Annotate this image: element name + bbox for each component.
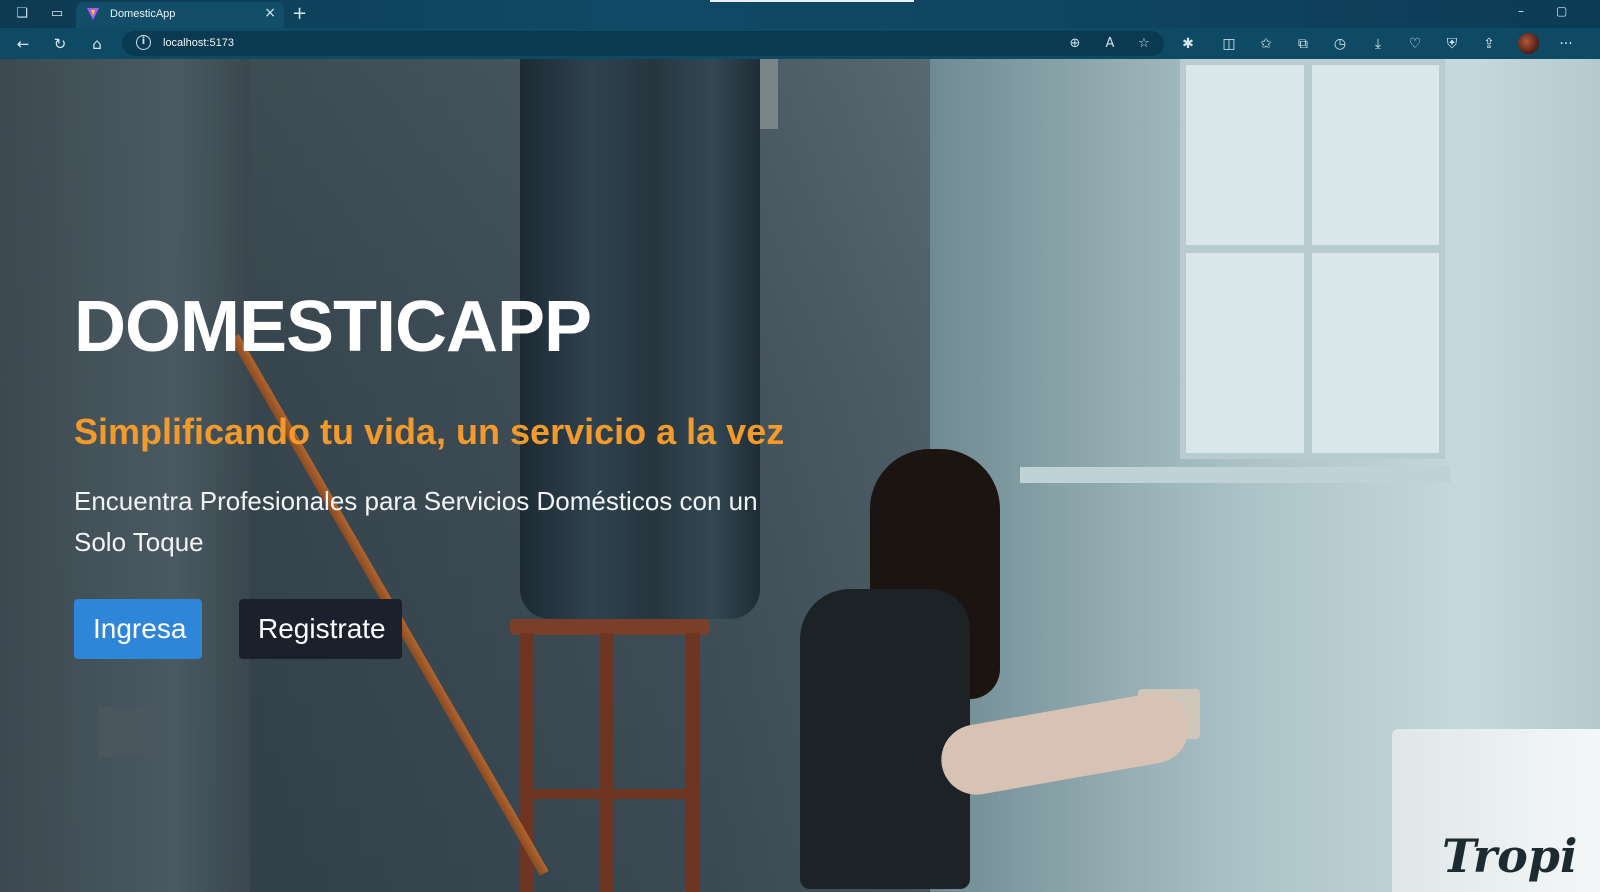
bucket-label: Tropi: [1442, 829, 1578, 883]
wall-switch: [98, 707, 150, 757]
paint-bucket: Tropi: [1392, 729, 1600, 892]
refresh-icon[interactable]: ↻: [49, 33, 71, 55]
downloads-icon[interactable]: ⤓: [1368, 34, 1388, 54]
share-icon[interactable]: ⇪: [1479, 34, 1499, 54]
more-options-icon[interactable]: ···: [1556, 34, 1576, 54]
back-icon[interactable]: ←: [12, 33, 34, 55]
extensions-icon[interactable]: ✱: [1178, 34, 1198, 54]
person-painting: [780, 449, 1200, 892]
profile-avatar[interactable]: [1518, 33, 1539, 54]
tab-title: DomesticApp: [110, 8, 176, 20]
favorite-star-icon[interactable]: ☆: [1135, 35, 1153, 53]
performance-icon[interactable]: ♡: [1405, 34, 1425, 54]
hero-tagline: Simplificando tu vida, un servicio a la …: [74, 411, 785, 452]
hero-subtitle: Encuentra Profesionales para Servicios D…: [74, 486, 758, 557]
restore-button[interactable]: ▢: [1556, 4, 1567, 18]
zoom-icon[interactable]: ⊕: [1066, 35, 1084, 53]
tab-domesticapp[interactable]: DomesticApp ×: [76, 2, 284, 28]
brand-title: DOMESTICAPP: [74, 287, 592, 367]
browser-tab-bar: ❏ ▭ DomesticApp × + – ▢: [0, 0, 1600, 28]
split-screen-icon[interactable]: ◫: [1219, 34, 1239, 54]
workspaces-icon[interactable]: ❏: [14, 6, 30, 22]
close-tab-icon[interactable]: ×: [264, 5, 276, 21]
url-text[interactable]: localhost:5173: [163, 37, 234, 49]
site-info-icon[interactable]: i: [136, 35, 151, 50]
address-bar[interactable]: i localhost:5173 ⊕ A ☆: [122, 31, 1164, 56]
hero-section: Tropi DOMESTICAPP Simplificando tu vida,…: [0, 59, 1600, 892]
collections-icon[interactable]: ⧉: [1293, 34, 1313, 54]
home-icon[interactable]: ⌂: [86, 33, 108, 55]
new-tab-button[interactable]: +: [292, 3, 307, 24]
tab-strip-highlight: [710, 0, 914, 2]
history-icon[interactable]: ◷: [1330, 34, 1350, 54]
hero-background-window: [1180, 59, 1445, 459]
browser-essentials-icon[interactable]: ⛨: [1442, 34, 1462, 54]
register-button[interactable]: Registrate: [239, 599, 402, 659]
vite-favicon-icon: [87, 8, 99, 20]
login-button[interactable]: Ingresa: [74, 599, 202, 659]
tab-actions-icon[interactable]: ▭: [49, 6, 65, 22]
read-aloud-icon[interactable]: A: [1101, 35, 1119, 53]
browser-toolbar: ← ↻ ⌂ i localhost:5173 ⊕ A ☆ ✱ ◫ ✩ ⧉ ◷ ⤓…: [0, 28, 1600, 59]
hero-background-door: [0, 59, 250, 892]
favorites-icon[interactable]: ✩: [1256, 34, 1276, 54]
minimize-button[interactable]: –: [1518, 4, 1524, 18]
